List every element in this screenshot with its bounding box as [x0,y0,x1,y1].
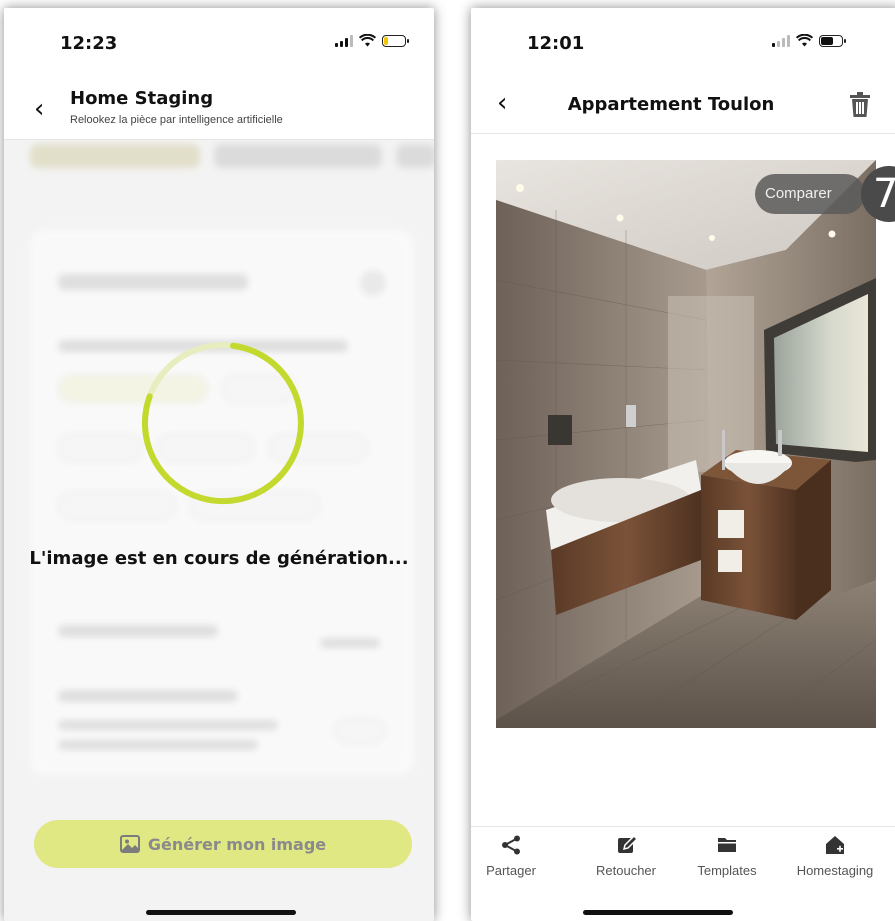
trash-icon[interactable] [849,92,871,118]
tab-label: Retoucher [596,863,656,878]
tab-partager[interactable]: Partager [473,835,549,878]
tab-label: Homestaging [796,863,874,878]
phone-home-staging: 12:23 ‹ Home Staging Relookez la pièce p… [4,8,434,921]
edit-icon [618,835,637,853]
generate-image-button[interactable]: Générer mon image [34,820,412,868]
compare-button[interactable]: Comparer [755,174,865,214]
generation-status-text: L'image est en cours de génération... [29,548,409,569]
status-time: 12:01 [527,33,585,54]
status-icons [772,34,846,47]
signal-icon [772,34,790,47]
placeholder-line [360,270,386,296]
style-chip [396,144,434,168]
placeholder-line [58,625,218,637]
battery-icon [382,34,409,47]
chevron-left-icon[interactable]: ‹ [34,94,44,124]
generate-image-label: Générer mon image [147,834,327,854]
image-icon [119,835,140,853]
placeholder-toggle [335,718,385,744]
page-header: ‹ Appartement Toulon [471,78,895,134]
wifi-icon [796,34,813,47]
placeholder-pill [58,434,142,462]
phone-project-detail: 12:01 ‹ Appartement Toulon Comparer 7 Pa… [471,8,895,921]
screenshot-canvas: 12:23 ‹ Home Staging Relookez la pièce p… [0,0,895,921]
blurred-form-background [4,140,434,921]
home-indicator [146,910,296,915]
signal-icon [335,34,353,47]
bottom-tab-bar: Partager Retoucher Templates Homestaging [471,826,895,886]
home-plus-icon [826,836,844,854]
tab-label: Templates [697,863,757,878]
battery-icon [819,34,846,47]
page-header: ‹ Home Staging Relookez la pièce par int… [4,78,434,140]
style-chip [30,144,200,168]
tab-label: Partager [486,863,536,878]
status-icons [335,34,409,47]
status-time: 12:23 [60,33,118,54]
placeholder-line [320,638,380,648]
tab-templates[interactable]: Templates [685,835,769,878]
page-title: Appartement Toulon [567,94,775,115]
share-icon [502,835,520,855]
style-chip-row [30,144,434,168]
placeholder-line [58,274,248,290]
placeholder-line [58,740,258,750]
folder-icon [718,838,736,852]
tab-homestaging[interactable]: Homestaging [785,835,885,878]
home-indicator [583,910,733,915]
status-bar: 12:23 [4,8,434,78]
status-bar: 12:01 [471,8,895,78]
tab-retoucher[interactable]: Retoucher [581,835,671,878]
placeholder-line [58,690,238,702]
placeholder-line [58,720,278,730]
bathroom-photo[interactable] [496,160,876,728]
page-title: Home Staging [70,88,214,109]
style-chip [214,144,382,168]
loading-spinner-icon [141,342,304,505]
page-subtitle: Relookez la pièce par intelligence artif… [70,114,283,126]
wifi-icon [359,34,376,47]
